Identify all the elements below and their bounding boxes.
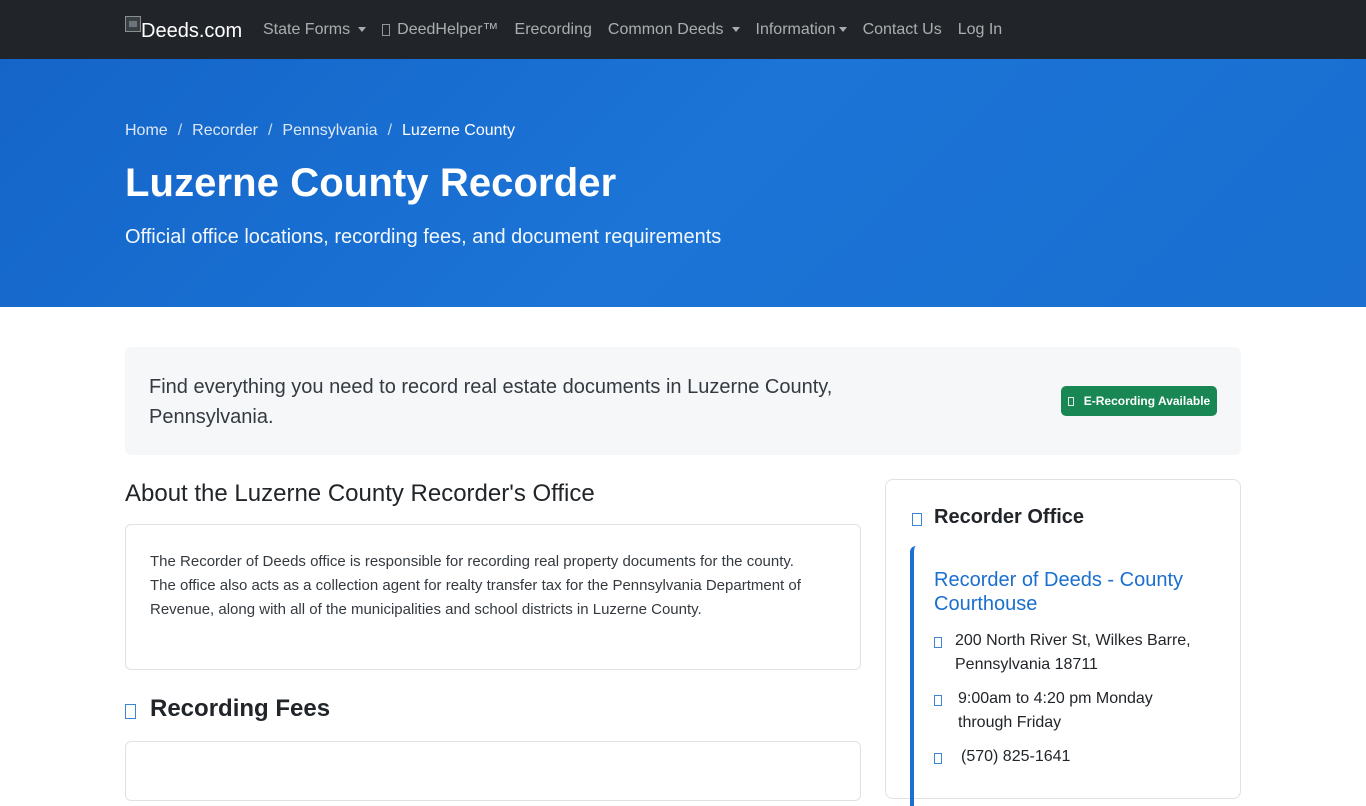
nav-log-in-label: Log In xyxy=(957,20,1003,38)
map-pin-icon xyxy=(934,637,942,648)
nav-links: State Forms DeedHelper™ Erecording Commo… xyxy=(255,0,1010,59)
breadcrumb-pennsylvania[interactable]: Pennsylvania xyxy=(282,122,377,140)
breadcrumb-home[interactable]: Home xyxy=(125,122,168,140)
nav-deedhelper[interactable]: DeedHelper™ xyxy=(374,21,506,39)
phone-icon xyxy=(934,753,942,764)
about-heading: About the Luzerne County Recorder's Offi… xyxy=(125,480,595,507)
office-address-row: 200 North River St, Wilkes Barre, Pennsy… xyxy=(934,629,1194,677)
hero-banner: Home / Recorder / Pennsylvania / Luzerne… xyxy=(0,59,1366,307)
helper-icon xyxy=(382,23,391,36)
breadcrumb-current: Luzerne County xyxy=(402,122,515,139)
chevron-down-icon xyxy=(731,27,740,32)
check-icon xyxy=(1067,396,1074,406)
chevron-down-icon xyxy=(838,27,847,32)
nav-contact-us-label: Contact Us xyxy=(862,20,942,38)
nav-deedhelper-label: DeedHelper™ xyxy=(397,20,499,38)
nav-erecording-label: Erecording xyxy=(514,20,592,38)
building-icon xyxy=(912,512,922,526)
fees-heading: Recording Fees xyxy=(125,695,330,723)
office-phone-link[interactable]: (570) 825-1641 xyxy=(961,745,1070,769)
fees-card xyxy=(125,741,861,801)
about-card: The Recorder of Deeds office is responsi… xyxy=(125,524,861,670)
fees-heading-label: Recording Fees xyxy=(150,695,331,722)
office-heading-label: Recorder Office xyxy=(934,506,1085,528)
nav-information[interactable]: Information xyxy=(748,21,855,39)
top-navbar: Deeds.com State Forms DeedHelper™ Erecor… xyxy=(0,0,1366,59)
breadcrumb-recorder[interactable]: Recorder xyxy=(192,122,258,140)
recorder-office-card: Recorder Office Recorder of Deeds - Coun… xyxy=(885,479,1241,806)
office-hours: 9:00am to 4:20 pm Monday through Friday xyxy=(958,690,1153,731)
intro-text: Find everything you need to record real … xyxy=(149,376,833,428)
broken-image-icon xyxy=(125,16,141,32)
page-subtitle: Official office locations, recording fee… xyxy=(125,226,722,248)
office-entry: Recorder of Deeds - County Courthouse 20… xyxy=(910,546,1218,806)
erecording-badge: E-Recording Available xyxy=(1061,386,1217,416)
nav-log-in[interactable]: Log In xyxy=(950,21,1010,39)
nav-common-deeds[interactable]: Common Deeds xyxy=(600,21,748,39)
office-name: Recorder of Deeds - County Courthouse xyxy=(934,569,1184,615)
brand-text: Deeds.com xyxy=(141,20,243,42)
intro-box: Find everything you need to record real … xyxy=(125,347,1241,455)
breadcrumb-separator: / xyxy=(267,122,273,139)
receipt-icon xyxy=(125,703,136,719)
clock-icon xyxy=(934,695,942,706)
office-phone-row: (570) 825-1641 xyxy=(934,745,1174,769)
office-hours-row: 9:00am to 4:20 pm Monday through Friday xyxy=(934,687,1174,735)
office-heading: Recorder Office xyxy=(912,506,1084,529)
nav-contact-us[interactable]: Contact Us xyxy=(855,21,950,39)
nav-information-label: Information xyxy=(755,20,836,38)
nav-erecording[interactable]: Erecording xyxy=(507,21,600,39)
page-title: Luzerne County Recorder xyxy=(125,161,617,205)
about-text: The Recorder of Deeds office is responsi… xyxy=(150,553,801,618)
nav-common-deeds-label: Common Deeds xyxy=(607,20,724,38)
chevron-down-icon xyxy=(358,27,367,32)
breadcrumb-separator: / xyxy=(387,122,393,139)
erecording-badge-label: E-Recording Available xyxy=(1083,394,1211,408)
breadcrumb-separator: / xyxy=(177,122,183,139)
brand-logo-link[interactable]: Deeds.com xyxy=(125,16,242,44)
breadcrumb: Home / Recorder / Pennsylvania / Luzerne… xyxy=(125,122,515,140)
nav-state-forms-label: State Forms xyxy=(263,20,351,38)
nav-state-forms[interactable]: State Forms xyxy=(255,21,374,39)
office-address: 200 North River St, Wilkes Barre, Pennsy… xyxy=(955,632,1191,673)
